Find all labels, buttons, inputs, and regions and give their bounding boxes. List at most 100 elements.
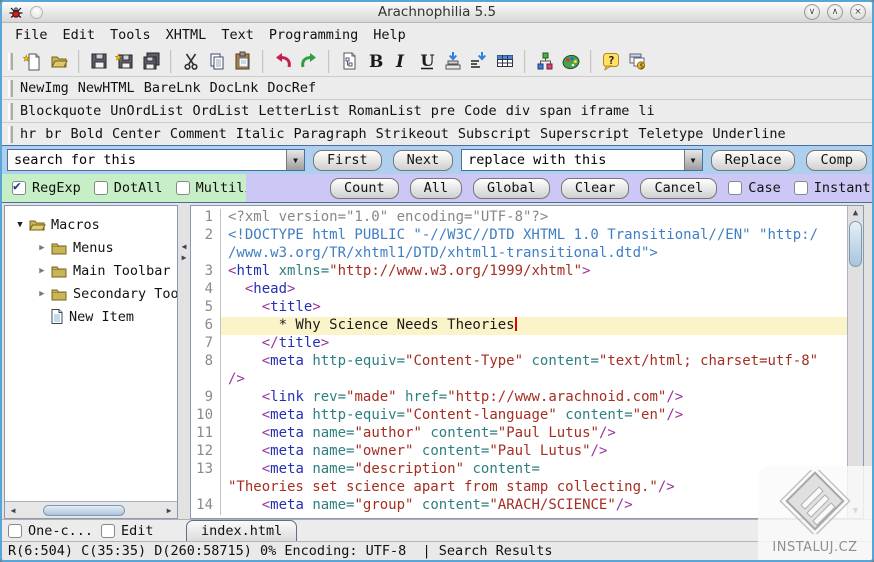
tree-horizontal-scrollbar[interactable]: ◀ ▶: [5, 501, 177, 518]
macro-button-subscript[interactable]: Subscript: [458, 126, 531, 142]
macro-button-blockquote[interactable]: Blockquote: [20, 103, 101, 119]
tree-edit-checkbox[interactable]: [101, 524, 116, 538]
splitter-collapse-right-arrow[interactable]: ▶: [182, 252, 187, 263]
macro-button-div[interactable]: div: [506, 103, 530, 119]
regex-dotall-checkbox[interactable]: [93, 181, 108, 195]
tree-item-new-item[interactable]: New Item: [5, 305, 177, 328]
macro-button-docref[interactable]: DocRef: [267, 80, 316, 96]
format-stamp-right-icon[interactable]: [466, 48, 492, 74]
copy-icon[interactable]: [204, 48, 230, 74]
macro-button-code[interactable]: Code: [464, 103, 497, 119]
code-line[interactable]: 3 <html xmlns="http://www.w3.org/1999/xht…: [191, 263, 847, 281]
macro-button-pre[interactable]: pre: [431, 103, 455, 119]
macro-toolbar-1-drag-handle[interactable]: [8, 79, 13, 97]
macro-button-italic[interactable]: Italic: [236, 126, 285, 142]
scrollbar-thumb[interactable]: [849, 221, 862, 267]
palette-icon[interactable]: [558, 48, 584, 74]
search-count-button[interactable]: Count: [330, 177, 399, 199]
expand-arrow-icon[interactable]: ▶: [35, 289, 49, 299]
save-icon[interactable]: [86, 48, 112, 74]
macro-button-iframe[interactable]: iframe: [581, 103, 630, 119]
macro-button-doclnk[interactable]: DocLnk: [210, 80, 259, 96]
code-line[interactable]: 1 <?xml version="1.0" encoding="UTF-8"?>: [191, 209, 847, 227]
search-combobox[interactable]: ▼: [7, 149, 305, 171]
minimize-button[interactable]: ∨: [804, 4, 820, 20]
underline-icon[interactable]: U: [414, 48, 440, 74]
title-bar[interactable]: Arachnophilia 5.5 ∨ ∧ ×: [2, 2, 872, 23]
code-line[interactable]: 4 <head>: [191, 281, 847, 299]
menu-item-edit[interactable]: Edit: [60, 26, 99, 44]
tree-item-menus[interactable]: ▶ Menus: [5, 236, 177, 259]
replace-input[interactable]: [462, 150, 684, 170]
code-line[interactable]: 14 <meta name="group" content="ARACH/SCI…: [191, 497, 847, 515]
save-as-icon[interactable]: ★: [112, 48, 138, 74]
code-line[interactable]: "Theories set science apart from stamp c…: [191, 479, 847, 497]
search-input[interactable]: [8, 150, 286, 170]
macro-button-br[interactable]: br: [45, 126, 61, 142]
macro-button-unordlist[interactable]: UnOrdList: [110, 103, 183, 119]
windows-cascade-icon[interactable]: $: [624, 48, 650, 74]
new-file-icon[interactable]: ★: [20, 48, 46, 74]
search-global-button[interactable]: Global: [473, 177, 550, 199]
open-folder-icon[interactable]: [46, 48, 72, 74]
scroll-right-arrow[interactable]: ▶: [163, 506, 175, 515]
macro-button-bold[interactable]: Bold: [71, 126, 104, 142]
macro-button-teletype[interactable]: Teletype: [638, 126, 703, 142]
undo-icon[interactable]: [270, 48, 296, 74]
code-line[interactable]: />: [191, 371, 847, 389]
expand-arrow-icon[interactable]: ▶: [35, 243, 49, 253]
code-line[interactable]: 10 <meta http-equiv="Content-language" c…: [191, 407, 847, 425]
tree-item-secondary-too[interactable]: ▶ Secondary Too: [5, 282, 177, 305]
view-source-icon[interactable]: [336, 48, 362, 74]
macro-button-romanlist[interactable]: RomanList: [349, 103, 422, 119]
code-line[interactable]: 13 <meta name="description" content=: [191, 461, 847, 479]
menu-item-xhtml[interactable]: XHTML: [163, 26, 210, 44]
titlebar-menu-button[interactable]: [30, 5, 43, 19]
macro-button-newimg[interactable]: NewImg: [20, 80, 69, 96]
save-all-icon[interactable]: [138, 48, 164, 74]
scrollbar-track[interactable]: [20, 504, 162, 517]
paste-icon[interactable]: [230, 48, 256, 74]
bold-icon[interactable]: B: [362, 48, 388, 74]
search-dropdown-button[interactable]: ▼: [286, 150, 304, 170]
search-clear-button[interactable]: Clear: [560, 177, 630, 199]
code-line[interactable]: 5 <title>: [191, 299, 847, 317]
code-line[interactable]: 8 <meta http-equiv="Content-Type" conten…: [191, 353, 847, 371]
scroll-up-arrow[interactable]: ▲: [848, 208, 863, 218]
replace-combobox[interactable]: ▼: [461, 149, 703, 171]
search-cancel-button[interactable]: Cancel: [640, 177, 718, 199]
expand-arrow-icon[interactable]: ▶: [35, 266, 49, 276]
macro-button-letterlist[interactable]: LetterList: [258, 103, 339, 119]
splitter-collapse-left-arrow[interactable]: ◀: [182, 241, 187, 252]
code-line[interactable]: 6 * Why Science Needs Theories: [191, 317, 847, 335]
replace-replace-button[interactable]: Replace: [710, 149, 796, 171]
menu-item-file[interactable]: File: [12, 26, 51, 44]
macro-button-hr[interactable]: hr: [20, 126, 36, 142]
code-line[interactable]: /www.w3.org/TR/xhtml1/DTD/xhtml1-transit…: [191, 245, 847, 263]
search-case-checkbox[interactable]: [728, 181, 743, 195]
code-editor[interactable]: 1 <?xml version="1.0" encoding="UTF-8"?> 2…: [191, 206, 847, 518]
panel-splitter[interactable]: ◀ ▶: [178, 205, 190, 519]
macro-button-strikeout[interactable]: Strikeout: [376, 126, 449, 142]
find-next-button[interactable]: Next: [392, 149, 454, 171]
search-all-button[interactable]: All: [409, 177, 463, 199]
macro-button-underline[interactable]: Underline: [712, 126, 785, 142]
macro-button-paragraph[interactable]: Paragraph: [294, 126, 367, 142]
menu-item-text[interactable]: Text: [218, 26, 257, 44]
code-line[interactable]: 7 </title>: [191, 335, 847, 353]
code-line[interactable]: 11 <meta name="author" content="Paul Lut…: [191, 425, 847, 443]
maximize-button[interactable]: ∧: [827, 4, 843, 20]
close-button[interactable]: ×: [850, 4, 866, 20]
macro-button-span[interactable]: span: [539, 103, 572, 119]
find-first-button[interactable]: First: [313, 149, 382, 171]
regex-regexp-checkbox[interactable]: [12, 179, 26, 195]
table-icon[interactable]: [492, 48, 518, 74]
macro-button-ordlist[interactable]: OrdList: [192, 103, 249, 119]
code-line[interactable]: 2 <!DOCTYPE html PUBLIC "-//W3C//DTD XHTM…: [191, 227, 847, 245]
macro-button-li[interactable]: li: [638, 103, 654, 119]
redo-icon[interactable]: [296, 48, 322, 74]
cut-icon[interactable]: [178, 48, 204, 74]
macro-toolbar-3-drag-handle[interactable]: [8, 125, 13, 143]
macro-button-comment[interactable]: Comment: [170, 126, 227, 142]
tree-item-macros[interactable]: ▼ Macros: [5, 213, 177, 236]
